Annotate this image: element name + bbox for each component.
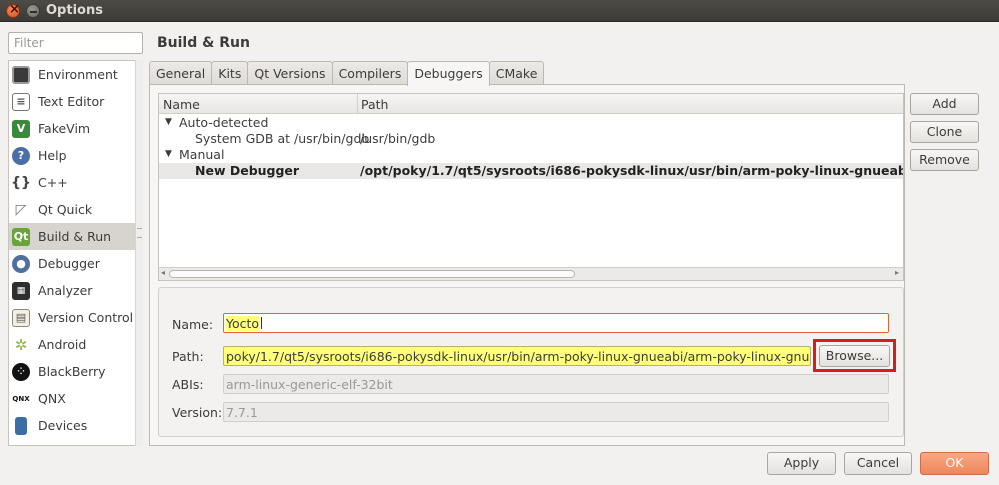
tree-group-auto-detected[interactable]: ▼ Auto-detected (159, 115, 903, 131)
add-button[interactable]: Add (910, 93, 979, 115)
clone-button[interactable]: Clone (910, 121, 979, 143)
sidebar-item-label: BlackBerry (38, 364, 106, 379)
sidebar: Environment ≡ Text Editor V FakeVim ? He… (8, 60, 143, 446)
sidebar-item-cpp[interactable]: {} C++ (9, 169, 142, 196)
tab-qt-versions[interactable]: Qt Versions (247, 61, 333, 85)
sidebar-item-text-editor[interactable]: ≡ Text Editor (9, 88, 142, 115)
tab-compilers[interactable]: Compilers (331, 61, 409, 85)
name-value: Yocto (226, 316, 260, 331)
expand-arrow-icon[interactable]: ▼ (165, 149, 172, 159)
apply-button[interactable]: Apply (767, 452, 836, 475)
path-value: poky/1.7/qt5/sysroots/i686-pokysdk-linux… (226, 349, 811, 364)
sidebar-item-label: Environment (38, 67, 118, 82)
fakevim-icon: V (12, 119, 30, 138)
sidebar-item-devices[interactable]: Devices (9, 412, 142, 439)
ok-button[interactable]: OK (920, 452, 989, 475)
filter-input[interactable]: Filter (8, 32, 143, 54)
sidebar-item-qt-quick[interactable]: ◸ Qt Quick (9, 196, 142, 223)
window-titlebar: Options (0, 0, 999, 22)
tree-header: Name Path (159, 94, 903, 114)
remove-button[interactable]: Remove (910, 149, 979, 171)
group-label: Manual (179, 147, 225, 162)
sidebar-item-version-control[interactable]: ▤ Version Control (9, 304, 142, 331)
path-label: Path: (172, 349, 204, 364)
annotation-highlight-box (813, 339, 896, 372)
help-icon: ? (12, 146, 30, 165)
tab-debuggers[interactable]: Debuggers (407, 61, 490, 86)
sidebar-item-label: Devices (38, 418, 88, 433)
debugger-icon: ● (12, 254, 30, 273)
close-window-icon[interactable] (6, 2, 20, 18)
debugger-name: System GDB at /usr/bin/gdb (195, 131, 370, 146)
scroll-left-icon[interactable]: ◂ (161, 268, 165, 277)
debugger-name: New Debugger (195, 163, 300, 178)
sidebar-item-label: Help (38, 148, 67, 163)
path-field[interactable]: poky/1.7/qt5/sysroots/i686-pokysdk-linux… (223, 346, 811, 366)
sidebar-item-label: FakeVim (38, 121, 91, 136)
tab-kits[interactable]: Kits (211, 61, 249, 85)
name-field[interactable]: Yocto (223, 313, 889, 333)
qnx-icon: QNX (12, 389, 30, 408)
minimize-window-icon[interactable] (26, 4, 40, 18)
braces-icon: {} (11, 174, 31, 191)
sidebar-item-label: C++ (38, 175, 68, 190)
sidebar-item-label: Text Editor (38, 94, 105, 109)
sidebar-item-analyzer[interactable]: ▦ Analyzer (9, 277, 142, 304)
sidebar-item-label: Analyzer (38, 283, 93, 298)
tab-bar: General Kits Qt Versions Compilers Debug… (149, 61, 545, 86)
version-label: Version: (172, 405, 223, 420)
debugger-tree[interactable]: Name Path ▼ Auto-detected System GDB at … (158, 93, 904, 281)
sidebar-item-debugger[interactable]: ● Debugger (9, 250, 142, 277)
analyzer-icon: ▦ (12, 281, 30, 300)
version-control-icon: ▤ (12, 308, 30, 327)
sidebar-scrollbar[interactable] (135, 60, 143, 446)
sidebar-item-label: Build & Run (38, 229, 112, 244)
debugger-path: /usr/bin/gdb (360, 131, 436, 146)
expand-arrow-icon[interactable]: ▼ (165, 117, 172, 127)
sidebar-item-qnx[interactable]: QNX QNX (9, 385, 142, 412)
sidebar-item-blackberry[interactable]: ⁘ BlackBerry (9, 358, 142, 385)
tab-cmake[interactable]: CMake (488, 61, 545, 85)
sidebar-item-label: Android (38, 337, 87, 352)
sidebar-item-help[interactable]: ? Help (9, 142, 142, 169)
build-run-icon: Qt (12, 227, 30, 246)
sidebar-item-android[interactable]: ✲ Android (9, 331, 142, 358)
sidebar-item-fakevim[interactable]: V FakeVim (9, 115, 142, 142)
page-title: Build & Run (157, 35, 250, 51)
sidebar-item-label: QNX (38, 391, 66, 406)
sidebar-item-label: Debugger (38, 256, 100, 271)
window-title: Options (46, 3, 103, 18)
column-header-path[interactable]: Path (361, 97, 388, 112)
version-value: 7.7.1 (226, 405, 258, 420)
cancel-button[interactable]: Cancel (844, 452, 912, 475)
sidebar-item-environment[interactable]: Environment (9, 61, 142, 88)
version-field: 7.7.1 (223, 402, 889, 422)
qt-quick-icon: ◸ (15, 201, 27, 218)
blackberry-icon: ⁘ (12, 362, 30, 381)
column-header-name[interactable]: Name (163, 97, 200, 112)
devices-icon (15, 416, 27, 435)
tree-row[interactable]: System GDB at /usr/bin/gdb /usr/bin/gdb (159, 131, 903, 147)
tree-group-manual[interactable]: ▼ Manual (159, 147, 903, 163)
group-label: Auto-detected (179, 115, 269, 130)
android-icon: ✲ (14, 335, 28, 354)
tree-horizontal-scrollbar[interactable]: ◂ ▸ (159, 267, 903, 280)
text-editor-icon: ≡ (12, 92, 30, 111)
scroll-right-icon[interactable]: ▸ (895, 268, 899, 277)
abis-label: ABIs: (172, 377, 204, 392)
monitor-icon (12, 65, 30, 84)
sidebar-item-build-run[interactable]: Qt Build & Run (9, 223, 142, 250)
abis-field: arm-linux-generic-elf-32bit (223, 374, 889, 394)
abis-value: arm-linux-generic-elf-32bit (226, 377, 393, 392)
tree-row-selected[interactable]: New Debugger /opt/poky/1.7/qt5/sysroots/… (159, 163, 903, 179)
sidebar-item-label: Version Control (38, 310, 134, 325)
tab-general[interactable]: General (149, 61, 213, 85)
name-label: Name: (172, 317, 214, 332)
scrollbar-thumb[interactable] (169, 270, 575, 278)
debugger-path: /opt/poky/1.7/qt5/sysroots/i686-pokysdk-… (360, 163, 903, 178)
sidebar-item-label: Qt Quick (38, 202, 93, 217)
